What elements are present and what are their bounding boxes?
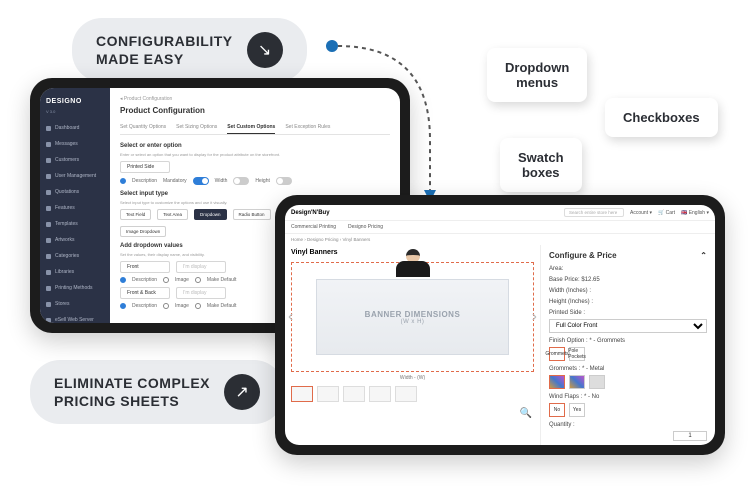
store-tablet: Design'N'Buy Search entire store here Ac… <box>275 195 725 455</box>
thumbnail[interactable] <box>395 386 417 402</box>
search-input[interactable]: Search entire store here <box>564 208 624 217</box>
swatch-pole[interactable]: Pole Pockets <box>569 347 585 361</box>
admin-sidebar: DESIGNO V 3.0 DashboardMessagesCustomers… <box>40 88 110 323</box>
menu-commercial[interactable]: Commercial Printing <box>291 224 336 230</box>
value-field-1[interactable]: Front <box>120 261 170 273</box>
thumbnail-row <box>291 386 534 402</box>
store-menu: Commercial Printing Designo Pricing <box>285 221 715 234</box>
prev-arrow-icon[interactable]: ‹ <box>288 308 293 326</box>
sidebar-item[interactable]: Messages <box>40 136 110 152</box>
mandatory-toggle[interactable] <box>193 177 209 185</box>
swatch-opt3[interactable] <box>589 375 605 389</box>
sidebar-item[interactable]: Stores <box>40 296 110 312</box>
path-arrow-icon <box>270 40 450 210</box>
config-badge-text: CONFIGURABILITY MADE EASY <box>96 32 233 68</box>
tab[interactable]: Set Quantity Options <box>120 121 166 134</box>
account-link[interactable]: Account ▾ <box>630 210 652 216</box>
admin-logo: DESIGNO <box>40 94 110 109</box>
printed-side-select[interactable]: Full Color Front <box>549 319 707 333</box>
swatch-grommets[interactable]: Grommets <box>549 347 565 361</box>
qty-input[interactable]: 1 <box>673 431 707 441</box>
sidebar-item[interactable]: User Management <box>40 168 110 184</box>
card-dropdown: Dropdown menus <box>487 48 587 102</box>
cart-link[interactable]: 🛒 Cart <box>658 210 675 216</box>
collapse-icon[interactable]: ⌃ <box>700 251 707 260</box>
sidebar-item[interactable]: Libraries <box>40 264 110 280</box>
option-name-field[interactable]: Printed Side <box>120 161 170 173</box>
thumbnail[interactable] <box>369 386 391 402</box>
sidebar-item[interactable]: Printing Methods <box>40 280 110 296</box>
arrow-up-right-icon: ↗ <box>224 374 260 410</box>
menu-designo[interactable]: Designo Pricing <box>348 224 383 230</box>
swatch-metal[interactable] <box>549 375 565 389</box>
sidebar-item[interactable]: Quotations <box>40 184 110 200</box>
input-type-chip[interactable]: Image Dropdown <box>120 226 166 237</box>
swatch-wind-yes[interactable]: Yes <box>569 403 585 417</box>
input-type-chip[interactable]: Radio Button <box>233 209 271 220</box>
product-stage: ‹ BANNER DIMENSIONS (W x H) › Width - (W… <box>291 262 534 372</box>
sidebar-item[interactable]: Templates <box>40 216 110 232</box>
eliminate-badge: ELIMINATE COMPLEX PRICING SHEETS ↗ <box>30 360 284 424</box>
thumbnail[interactable] <box>343 386 365 402</box>
tab[interactable]: Set Custom Options <box>227 121 275 134</box>
sidebar-item[interactable]: Features <box>40 200 110 216</box>
sidebar-item[interactable]: Dashboard <box>40 120 110 136</box>
model-icon <box>391 249 435 283</box>
tab[interactable]: Set Sizing Options <box>176 121 217 134</box>
lang-select[interactable]: 🇬🇧 English ▾ <box>681 210 709 216</box>
zoom-icon[interactable]: 🔍 <box>520 408 532 419</box>
swatch-opt2[interactable] <box>569 375 585 389</box>
width-toggle[interactable] <box>233 177 249 185</box>
thumbnail[interactable] <box>291 386 313 402</box>
desc-radio[interactable] <box>120 178 126 184</box>
configure-panel: Configure & Price⌃ Area: Base Price: $12… <box>540 245 715 445</box>
eliminate-badge-text: ELIMINATE COMPLEX PRICING SHEETS <box>54 374 210 410</box>
input-type-chip[interactable]: Text Area <box>157 209 188 220</box>
store-logo: Design'N'Buy <box>291 210 330 216</box>
sidebar-item[interactable]: Customers <box>40 152 110 168</box>
value-field-2[interactable]: Front & Back <box>120 287 170 299</box>
sidebar-item[interactable]: eSell Web Server <box>40 312 110 323</box>
store-topbar: Design'N'Buy Search entire store here Ac… <box>285 205 715 221</box>
card-swatch: Swatch boxes <box>500 138 582 192</box>
swatch-wind-no[interactable]: No <box>549 403 565 417</box>
card-checkboxes: Checkboxes <box>605 98 718 137</box>
breadcrumb[interactable]: Home › Designo Pricing › Vinyl Banners <box>285 234 715 245</box>
input-type-chip[interactable]: Dropdown <box>194 209 227 220</box>
configure-title: Configure & Price⌃ <box>549 251 707 260</box>
input-type-chip[interactable]: Text Field <box>120 209 151 220</box>
sidebar-item[interactable]: Categories <box>40 248 110 264</box>
sidebar-item[interactable]: Artworks <box>40 232 110 248</box>
banner-preview: BANNER DIMENSIONS (W x H) <box>316 279 509 355</box>
next-arrow-icon[interactable]: › <box>532 308 537 326</box>
thumbnail[interactable] <box>317 386 339 402</box>
